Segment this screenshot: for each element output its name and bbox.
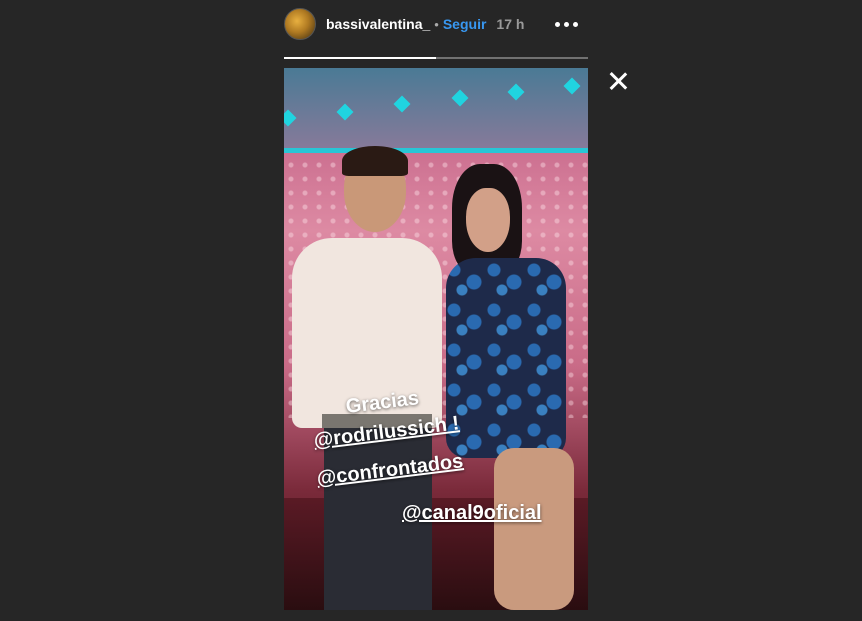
woman-face [466,188,510,252]
woman-dress [446,258,566,458]
follow-button[interactable]: Seguir [443,16,487,32]
story-progress-bar [284,57,588,59]
studio-backdrop [284,68,588,153]
separator-dot: • [434,16,439,32]
close-icon[interactable] [606,69,630,93]
username[interactable]: bassivalentina_ [326,16,430,32]
man-hair [342,146,408,176]
post-time: 17 h [496,16,525,32]
story-header: bassivalentina_ • Seguir 17 h [284,6,588,42]
avatar[interactable] [284,8,316,40]
story-progress-fill [284,57,436,59]
more-dots-icon[interactable] [555,16,578,33]
neon-strip [284,148,588,153]
mention-canal9oficial[interactable]: @canal9oficial [402,502,542,525]
woman-legs [494,448,574,610]
story-image[interactable]: Gracias @rodrilussich ! @confrontados @c… [284,68,588,610]
